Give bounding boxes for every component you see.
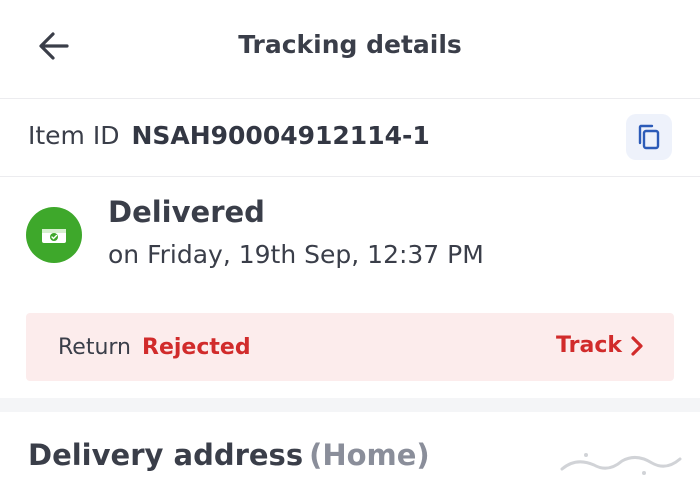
app-header: Tracking details bbox=[0, 0, 700, 99]
item-id-row: Item ID NSAH90004912114-1 bbox=[0, 99, 700, 177]
section-divider bbox=[0, 398, 700, 412]
chevron-right-icon bbox=[631, 335, 643, 356]
return-banner: Return Rejected Track bbox=[26, 313, 674, 381]
status-date: on Friday, 19th Sep, 12:37 PM bbox=[108, 240, 484, 269]
address-tag: (Home) bbox=[309, 438, 430, 472]
address-heading-text: Delivery address bbox=[28, 438, 304, 472]
page-title: Tracking details bbox=[238, 30, 462, 59]
return-status-badge: Rejected bbox=[142, 335, 251, 360]
status-title: Delivered bbox=[108, 195, 265, 229]
track-button[interactable]: Track bbox=[556, 333, 644, 358]
item-id-value: NSAH90004912114-1 bbox=[131, 121, 430, 150]
watermark-logo bbox=[560, 453, 682, 475]
item-id-label: Item ID bbox=[28, 121, 120, 150]
delivery-address-heading: Delivery address (Home) bbox=[28, 438, 430, 472]
return-label: Return bbox=[58, 335, 132, 360]
delivered-box-icon bbox=[26, 207, 82, 263]
item-id: Item ID NSAH90004912114-1 bbox=[28, 121, 430, 150]
copy-button[interactable] bbox=[626, 114, 672, 160]
return-status-text: Return Rejected bbox=[58, 335, 251, 360]
track-label: Track bbox=[556, 333, 622, 358]
copy-icon bbox=[638, 124, 660, 150]
